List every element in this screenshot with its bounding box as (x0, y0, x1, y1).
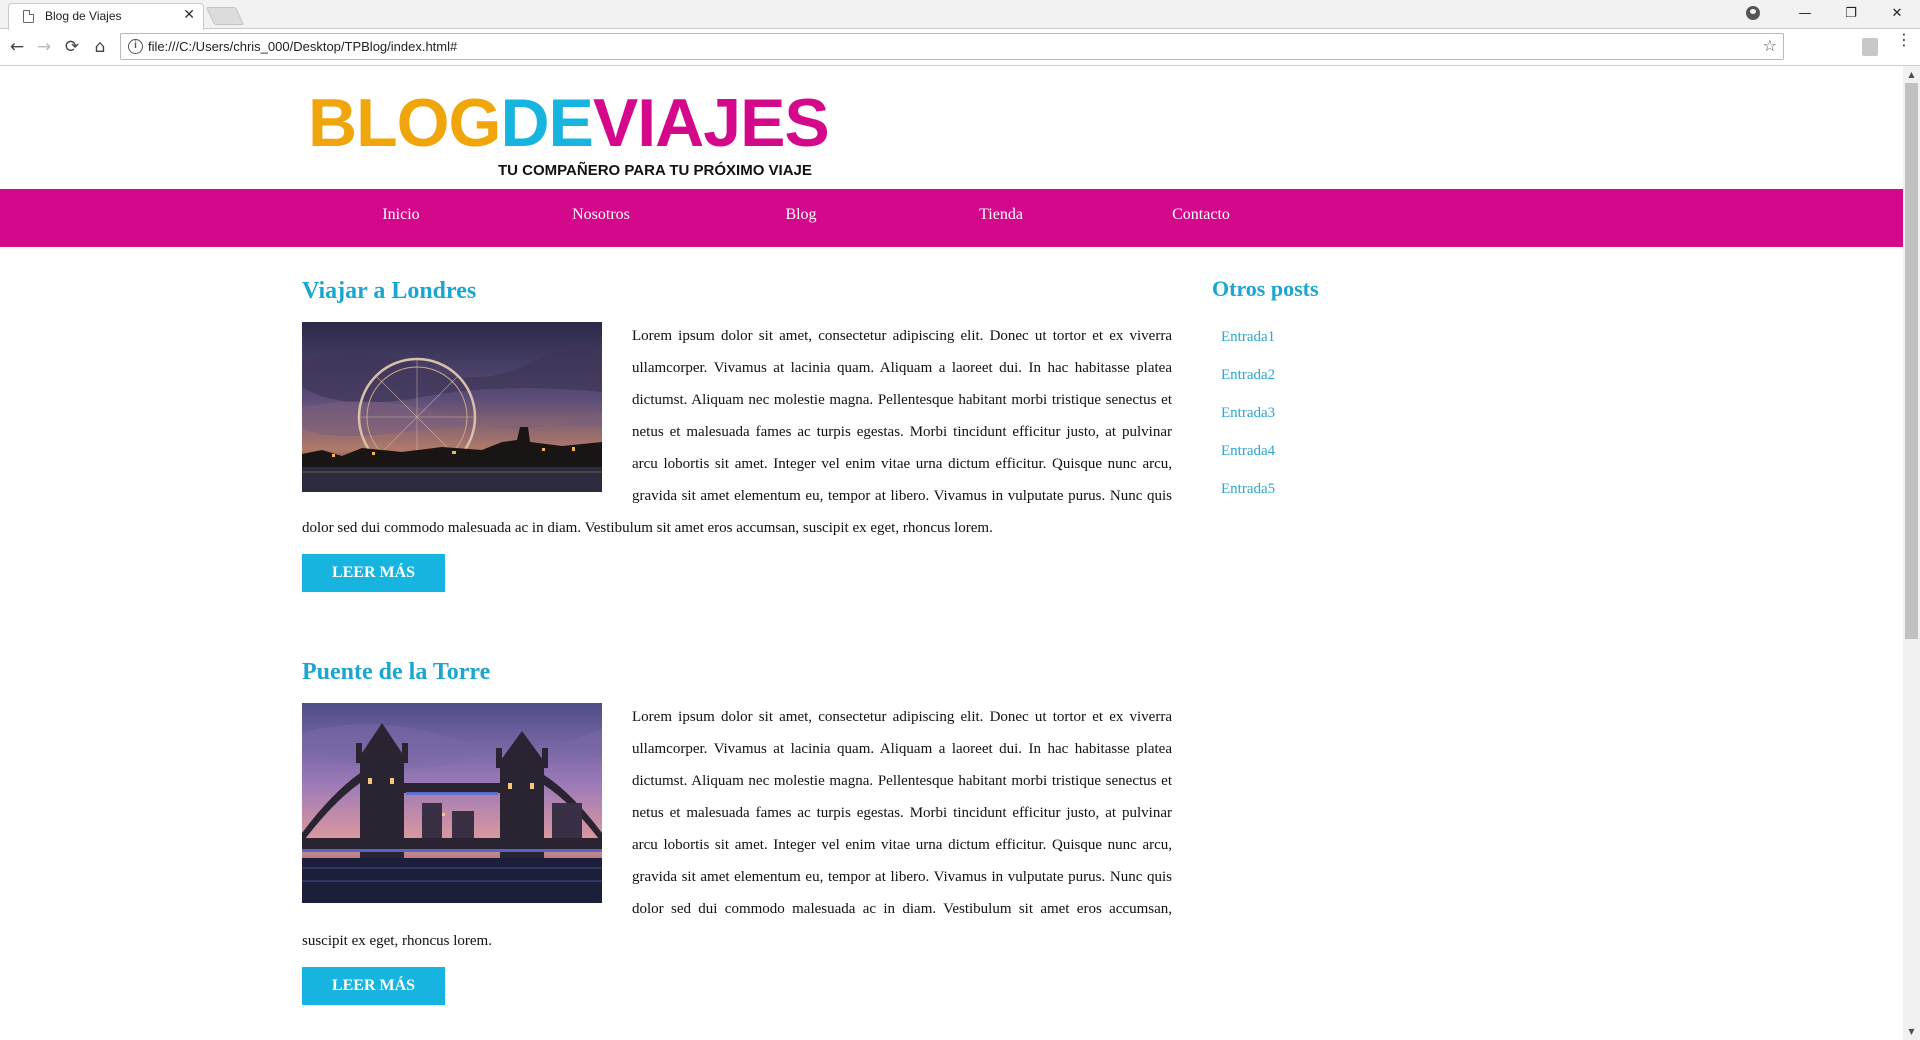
browser-toolbar: ← → ⟳ ⌂ i file:///C:/Users/chris_000/Des… (0, 30, 1920, 66)
nav-item-tienda[interactable]: Tienda (979, 206, 1023, 224)
site-logo[interactable]: BLOGDEVIAJES TU COMPAÑERO PARA TU PRÓXIM… (308, 85, 830, 179)
page-scrollbar[interactable]: ▲ ▼ (1903, 66, 1920, 1040)
sidebar-item-entrada5[interactable]: Entrada5 (1221, 470, 1319, 508)
sidebar: Otros posts Entrada1 Entrada2 Entrada3 E… (1212, 276, 1319, 508)
page-viewport: BLOGDEVIAJES TU COMPAÑERO PARA TU PRÓXIM… (0, 66, 1903, 1040)
logo-word-blog: BLOG (308, 85, 501, 161)
tab-close-icon[interactable]: ✕ (183, 7, 195, 23)
nav-item-nosotros[interactable]: Nosotros (572, 206, 630, 224)
scrollbar-thumb[interactable] (1905, 83, 1918, 639)
menu-icon[interactable]: ⋮ (1896, 32, 1912, 48)
new-tab-button[interactable] (205, 7, 245, 25)
logo-tagline: TU COMPAÑERO PARA TU PRÓXIMO VIAJE (498, 162, 812, 179)
sidebar-item-entrada4[interactable]: Entrada4 (1221, 432, 1319, 470)
extension-icon[interactable] (1862, 38, 1878, 56)
post-londres: Viajar a Londres Lorem ipsum dolor sit a… (302, 276, 1172, 592)
post-title: Viajar a Londres (302, 278, 477, 304)
logo-word-de: DE (500, 85, 593, 161)
info-icon[interactable]: i (128, 39, 143, 54)
scroll-up-icon[interactable]: ▲ (1903, 66, 1920, 83)
sidebar-list: Entrada1 Entrada2 Entrada3 Entrada4 Entr… (1212, 318, 1319, 508)
nav-item-inicio[interactable]: Inicio (382, 206, 419, 224)
scroll-down-icon[interactable]: ▼ (1903, 1023, 1920, 1040)
restore-button[interactable]: ❐ (1828, 0, 1874, 28)
back-icon[interactable]: ← (6, 36, 28, 58)
london-eye-image (302, 322, 602, 492)
page-icon (23, 10, 34, 23)
tower-bridge-image (302, 703, 602, 903)
nav-item-blog[interactable]: Blog (785, 206, 816, 224)
post-body: Lorem ipsum dolor sit amet, consectetur … (302, 701, 1172, 957)
tab-strip: Blog de Viajes ✕ — ❐ ✕ (0, 0, 1920, 30)
read-more-button[interactable]: LEER MÁS (302, 554, 445, 592)
address-bar[interactable]: i file:///C:/Users/chris_000/Desktop/TPB… (120, 33, 1784, 60)
sidebar-title: Otros posts (1212, 276, 1319, 301)
read-more-button[interactable]: LEER MÁS (302, 967, 445, 1005)
sidebar-item-entrada1[interactable]: Entrada1 (1221, 318, 1319, 356)
minimize-button[interactable]: — (1782, 0, 1828, 28)
logo-word-viajes: VIAJES (592, 85, 830, 161)
post-title: Puente de la Torre (302, 659, 491, 685)
reload-icon[interactable]: ⟳ (61, 36, 83, 58)
browser-tab[interactable]: Blog de Viajes ✕ (8, 3, 204, 30)
url-text[interactable]: file:///C:/Users/chris_000/Desktop/TPBlo… (148, 39, 457, 54)
sidebar-item-entrada3[interactable]: Entrada3 (1221, 394, 1319, 432)
home-icon[interactable]: ⌂ (89, 36, 111, 58)
profile-icon[interactable] (1746, 6, 1760, 20)
nav-item-contacto[interactable]: Contacto (1172, 206, 1230, 224)
close-window-button[interactable]: ✕ (1874, 0, 1920, 28)
post-body: Lorem ipsum dolor sit amet, consectetur … (302, 320, 1172, 544)
tab-title: Blog de Viajes (45, 9, 122, 23)
post-puente-torre: Puente de la Torre Lorem ipsum dolor sit… (302, 657, 1172, 1005)
bookmark-star-icon[interactable]: ☆ (1763, 36, 1777, 55)
sidebar-item-entrada2[interactable]: Entrada2 (1221, 356, 1319, 394)
forward-icon[interactable]: → (33, 36, 55, 58)
main-nav: Inicio Nosotros Blog Tienda Contacto (0, 189, 1903, 247)
